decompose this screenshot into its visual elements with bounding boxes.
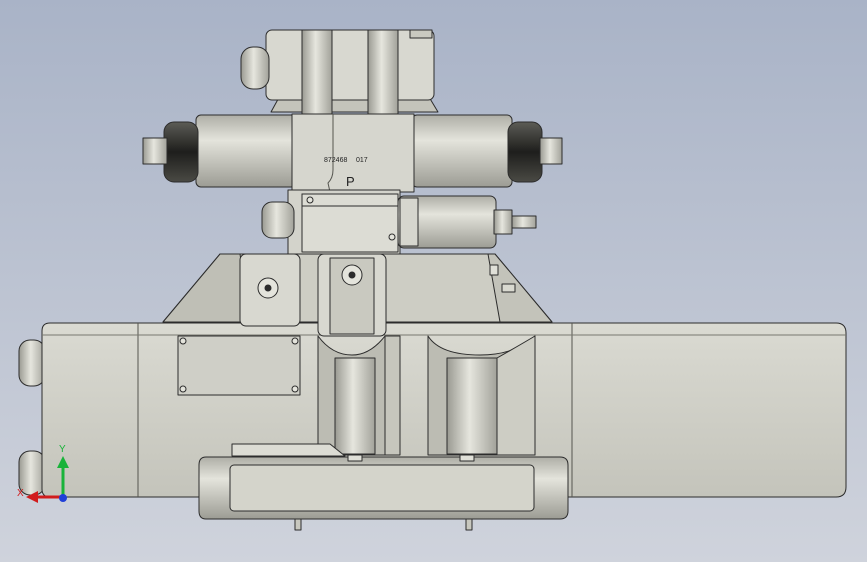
adjuster-stem: [511, 215, 537, 229]
x-axis-label: X: [17, 488, 24, 499]
left-solenoid-coil: [195, 114, 297, 188]
nameplate-code: 017: [356, 157, 368, 164]
port-label: P: [346, 174, 355, 189]
cad-viewport[interactable]: 872468 017 P Y X: [0, 0, 867, 562]
left-solenoid-knurl: [163, 121, 199, 183]
base-pin-left: [294, 518, 302, 531]
base-pin-right: [465, 518, 473, 531]
y-axis-label: Y: [59, 444, 66, 455]
top-left-connector: [240, 46, 270, 90]
top-pilot-housing: [265, 29, 435, 101]
left-end-cap-upper: [18, 339, 46, 387]
nameplate-number: 872468: [324, 157, 347, 164]
valve-assembly: [18, 29, 847, 531]
left-adjuster: [261, 201, 295, 239]
left-manual-override: [142, 137, 168, 165]
body-nameplate: [177, 335, 301, 396]
right-solenoid-knurl: [507, 121, 543, 183]
z-axis-dot: [59, 494, 67, 502]
pressure-plate: [301, 193, 399, 253]
right-solenoid-coil: [411, 114, 513, 188]
right-manual-override: [539, 137, 563, 165]
